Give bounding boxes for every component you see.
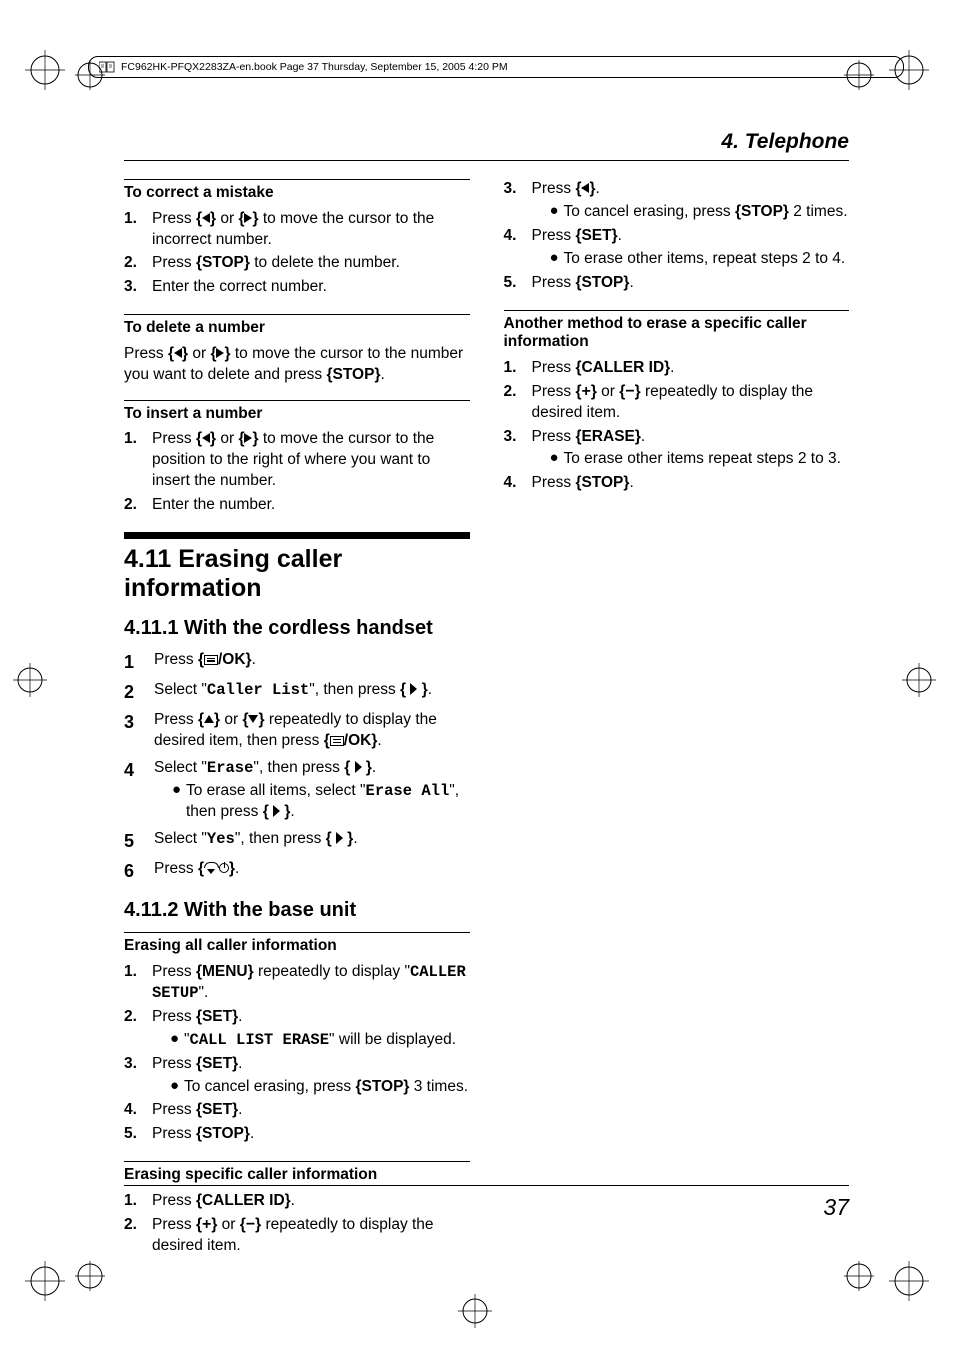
triangle-right-icon	[216, 348, 224, 358]
list-item: 2 Select "Caller List", then press { }.	[124, 680, 470, 704]
triangle-up-icon	[204, 715, 214, 723]
list-item: 3 Press {} or {} repeatedly to display t…	[124, 710, 470, 752]
steps-insert-number: 1. Press {} or {} to move the cursor to …	[124, 429, 470, 516]
sub-bullet: ●To erase other items, repeat steps 2 to…	[550, 249, 850, 270]
list-item: 6 Press {}.	[124, 859, 470, 883]
list-item: 1. Press {} or {} to move the cursor to …	[124, 209, 470, 251]
list-item: 5. Press {STOP}.	[504, 273, 850, 294]
triangle-right-icon	[273, 805, 280, 817]
list-item: 2. Press {+} or {−} repeatedly to displa…	[124, 1215, 470, 1257]
section-divider	[124, 532, 470, 539]
sub-bullet: ●To erase all items, select "Erase All",…	[172, 781, 470, 823]
triangle-left-icon	[581, 183, 589, 193]
header-text: FC962HK-PFQX2283ZA-en.book Page 37 Thurs…	[121, 61, 508, 73]
heading-insert-number: To insert a number	[124, 400, 470, 424]
text-delete-number: Press {} or {} to move the cursor to the…	[124, 344, 470, 386]
list-item: 3. Press {ERASE}. ●To erase other items …	[504, 427, 850, 471]
list-item: 5 Select "Yes", then press { }.	[124, 829, 470, 853]
list-item: 4 Select "Erase", then press { }. ●To er…	[124, 758, 470, 823]
list-item: 2. Press {STOP} to delete the number.	[124, 253, 470, 274]
heading-erase-all: Erasing all caller information	[124, 932, 470, 956]
triangle-left-icon	[202, 433, 210, 443]
framemaker-header: FC962HK-PFQX2283ZA-en.book Page 37 Thurs…	[88, 56, 904, 78]
list-item: 1. Press {} or {} to move the cursor to …	[124, 429, 470, 492]
crop-mark-mb	[450, 1291, 500, 1331]
list-item: 3. Press {}. ●To cancel erasing, press {…	[504, 179, 850, 223]
sub-bullet: ●"CALL LIST ERASE" will be displayed.	[170, 1030, 470, 1051]
list-item: 1. Press {CALLER ID}.	[504, 358, 850, 379]
list-item: 3. Enter the correct number.	[124, 277, 470, 298]
list-item: 3. Press {SET}. ●To cancel erasing, pres…	[124, 1054, 470, 1098]
section-title: 4.11 Erasing caller information	[124, 545, 470, 603]
triangle-down-icon	[248, 715, 258, 723]
running-header: 4. Telephone	[124, 130, 849, 161]
crop-mark-ml	[10, 660, 60, 700]
heading-erase-specific: Erasing specific caller information	[124, 1161, 470, 1185]
list-item: 2. Press {SET}. ●"CALL LIST ERASE" will …	[124, 1007, 470, 1051]
triangle-left-icon	[174, 348, 182, 358]
heading-delete-number: To delete a number	[124, 314, 470, 338]
book-icon	[99, 60, 115, 74]
list-item: 4. Press {SET}. ●To erase other items, r…	[504, 226, 850, 270]
heading-another-method: Another method to erase a specific calle…	[504, 310, 850, 352]
heading-correct-mistake: To correct a mistake	[124, 179, 470, 203]
list-item: 4. Press {SET}.	[124, 1100, 470, 1121]
triangle-right-icon	[336, 832, 343, 844]
power-off-icon	[204, 862, 229, 874]
list-item: 2. Press {+} or {−} repeatedly to displa…	[504, 382, 850, 424]
steps-another-method: 1. Press {CALLER ID}. 2. Press {+} or {−…	[504, 358, 850, 495]
triangle-right-icon	[410, 683, 417, 695]
crop-mark-bl	[15, 1251, 115, 1311]
triangle-right-icon	[355, 761, 362, 773]
list-item: 4. Press {STOP}.	[504, 473, 850, 494]
list-item: 1 Press {/OK}.	[124, 650, 470, 674]
triangle-right-icon	[244, 213, 252, 223]
sub-bullet: ●To erase other items repeat steps 2 to …	[550, 449, 850, 470]
triangle-right-icon	[244, 433, 252, 443]
subsection-cordless: 4.11.1 With the cordless handset	[124, 617, 470, 640]
left-column: To correct a mistake 1. Press {} or {} t…	[124, 179, 470, 1260]
subsection-base-unit: 4.11.2 With the base unit	[124, 899, 470, 922]
list-item: 2. Enter the number.	[124, 495, 470, 516]
sub-bullet: ●To cancel erasing, press {STOP} 3 times…	[170, 1077, 470, 1098]
sub-bullet: ●To cancel erasing, press {STOP} 2 times…	[550, 202, 850, 223]
triangle-left-icon	[202, 213, 210, 223]
steps-erase-specific-cont: 3. Press {}. ●To cancel erasing, press {…	[504, 179, 850, 294]
crop-mark-br	[839, 1251, 939, 1311]
menu-icon	[330, 736, 344, 746]
list-item: 5. Press {STOP}.	[124, 1124, 470, 1145]
right-column: 3. Press {}. ●To cancel erasing, press {…	[504, 179, 850, 1260]
list-item: 1. Press {MENU} repeatedly to display "C…	[124, 962, 470, 1004]
menu-icon	[204, 655, 218, 665]
page-number: 37	[124, 1185, 849, 1221]
steps-erase-all: 1. Press {MENU} repeatedly to display "C…	[124, 962, 470, 1145]
crop-mark-mr	[894, 660, 944, 700]
steps-correct-mistake: 1. Press {} or {} to move the cursor to …	[124, 209, 470, 299]
steps-cordless: 1 Press {/OK}. 2 Select "Caller List", t…	[124, 650, 470, 884]
